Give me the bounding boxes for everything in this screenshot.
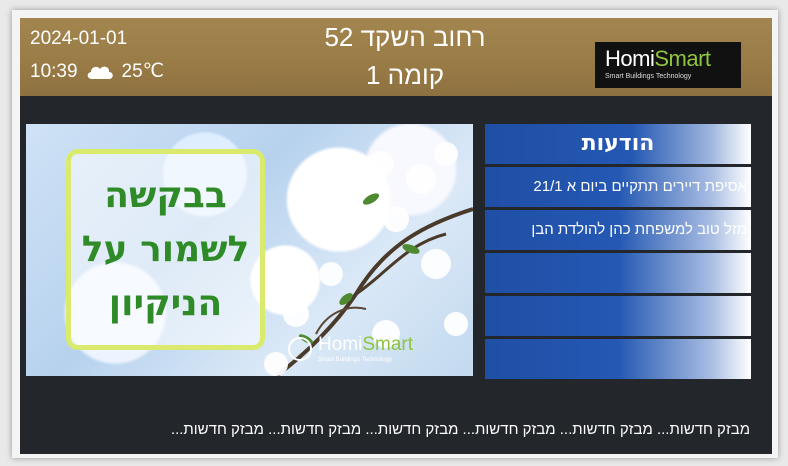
date-label: 2024-01-01 [30,28,128,49]
logo-wordmark: HomiSmart [605,46,711,71]
power-icon [288,337,312,361]
notice-item [485,296,751,336]
notice-item [485,339,751,379]
news-ticker: מבזק חדשות... מבזק חדשות... מבזק חדשות..… [170,421,750,438]
header-bar: 2024-01-01 10:39 25℃ רחוב השקד 52 קומה 1… [20,18,772,96]
notice-item [485,253,751,293]
cloud-icon [86,64,114,80]
notice-item: אסיפת דיירים תתקיים ביום א 21/1 [485,167,751,207]
building-address: רחוב השקד 52 [324,22,486,52]
notices-title: הודעות [485,124,751,164]
logo-tagline: Smart Buildings Technology [605,73,692,80]
watermark-tagline: Smart Buildings Technology [318,357,392,363]
notice-item: מזל טוב למשפחת כהן להולדת הבן [485,210,751,250]
homismart-logo: HomiSmart Smart Buildings Technology [595,42,741,88]
signage-screen: 2024-01-01 10:39 25℃ רחוב השקד 52 קומה 1… [20,18,772,454]
sign-line-2: לשמור על [81,228,250,270]
time-weather: 10:39 25℃ [30,60,164,83]
cleanliness-sign: בבקשה לשמור על הניקיון [66,149,265,350]
watermark-wordmark: HomiSmart [318,334,414,355]
media-panel: בבקשה לשמור על הניקיון HomiSmart Smart B… [26,124,473,376]
floor-label: קומה 1 [365,60,445,90]
sign-line-1: בבקשה [104,174,227,216]
time-label: 10:39 [30,60,78,82]
temperature-label: 25℃ [121,61,165,82]
sign-line-3: הניקיון [108,282,223,324]
